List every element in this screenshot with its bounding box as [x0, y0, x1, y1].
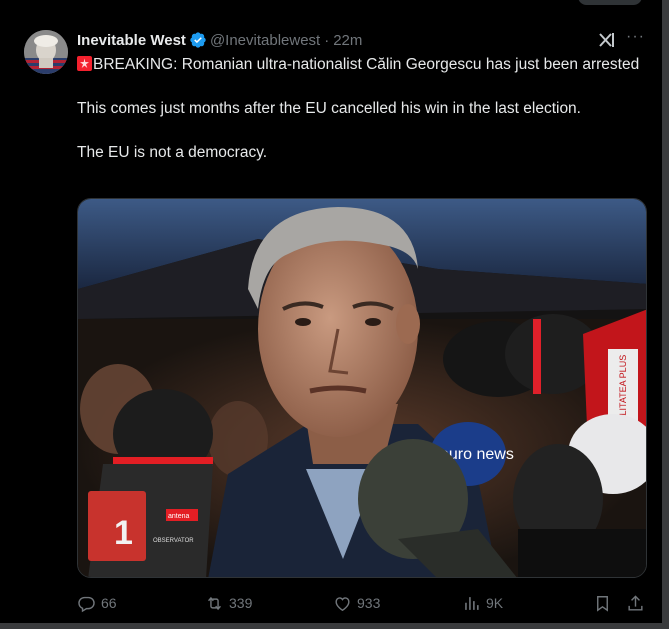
photo-scene: 1 antena OBSERVATOR euro news REALITATEA…: [78, 199, 646, 577]
mic-label-antena: antena: [168, 513, 190, 520]
views-icon: [465, 596, 479, 610]
tweet-text-line-3: The EU is not a democracy.: [77, 144, 268, 161]
siren-icon: [77, 56, 92, 71]
share-button[interactable]: [626, 592, 645, 614]
bookmark-button[interactable]: [593, 592, 612, 614]
tweet-header: Inevitable West @Inevitablewest · 22m: [77, 30, 362, 50]
window-frame-bottom: [0, 623, 669, 629]
separator: ·: [324, 31, 330, 49]
reply-icon: [78, 596, 95, 612]
timestamp[interactable]: 22m: [333, 32, 362, 49]
views-button[interactable]: 9K: [462, 592, 503, 614]
mic-logo-1: 1: [114, 514, 133, 552]
view-count: 9K: [486, 595, 504, 611]
like-count: 933: [357, 595, 381, 611]
like-button[interactable]: 933: [333, 592, 380, 614]
reply-button[interactable]: 66: [77, 592, 117, 614]
share-icon: [628, 594, 643, 611]
more-icon[interactable]: ···: [626, 28, 646, 48]
tweet-text: BREAKING: Romanian ultra-nationalist Căl…: [77, 54, 647, 164]
tweet-card[interactable]: Inevitable West @Inevitablewest · 22m ··…: [0, 0, 662, 623]
verified-badge-icon: [189, 31, 207, 49]
like-icon: [335, 596, 350, 611]
reply-count: 66: [101, 595, 117, 611]
window-frame-right: [662, 0, 669, 629]
tweet-text-line-1: BREAKING: Romanian ultra-nationalist Căl…: [93, 56, 640, 73]
tweet-photo[interactable]: 1 antena OBSERVATOR euro news REALITATEA…: [77, 198, 647, 578]
grok-icon[interactable]: [597, 30, 617, 50]
handle[interactable]: @Inevitablewest: [210, 32, 320, 49]
repost-icon: [208, 596, 221, 610]
tweet-text-line-2: This comes just months after the EU canc…: [77, 100, 581, 117]
action-bar: 66 339 933 9K: [77, 592, 647, 614]
display-name[interactable]: Inevitable West: [77, 32, 186, 49]
bookmark-icon: [597, 595, 608, 612]
repost-button[interactable]: 339: [205, 592, 252, 614]
mic-label-observator: OBSERVATOR: [153, 538, 194, 544]
repost-count: 339: [229, 595, 253, 611]
avatar[interactable]: [24, 30, 68, 74]
